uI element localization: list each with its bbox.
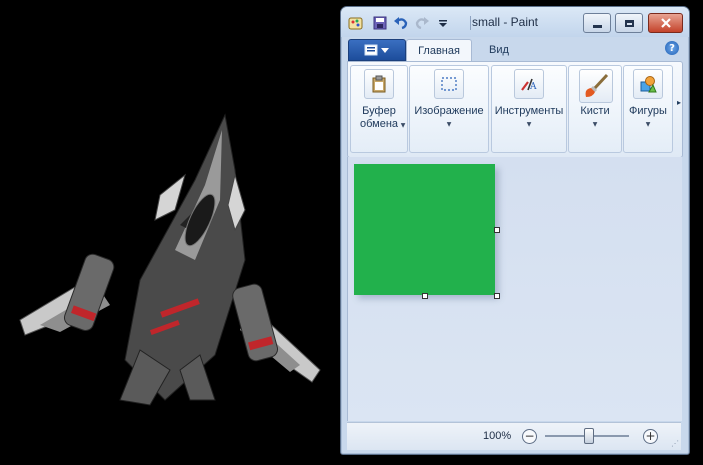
- zoom-level: 100%: [483, 430, 512, 442]
- redo-icon[interactable]: [414, 15, 430, 31]
- drawing-canvas[interactable]: [354, 164, 495, 295]
- spaceship-illustration: [19, 113, 321, 406]
- image-label: Изображение: [414, 105, 484, 117]
- spaceship-icon: [19, 113, 321, 406]
- maximize-button[interactable]: [615, 13, 643, 33]
- title-separator: [470, 16, 471, 30]
- ribbon-scroll-right-icon[interactable]: ▸: [677, 98, 681, 107]
- save-icon[interactable]: [372, 15, 388, 31]
- shapes-label: Фигуры: [629, 105, 667, 117]
- help-icon[interactable]: ?: [665, 41, 679, 55]
- select-icon: [434, 69, 464, 99]
- resize-handle-bottom[interactable]: [422, 293, 428, 299]
- clipboard-label-line1: Буфер: [362, 105, 396, 117]
- svg-text:A: A: [529, 82, 537, 92]
- tools-label: Инструменты: [494, 105, 564, 117]
- close-icon: [660, 18, 671, 28]
- zoom-out-button[interactable]: −: [522, 429, 537, 444]
- shapes-group[interactable]: Фигуры ▼: [623, 65, 673, 153]
- status-bar: 100% − + ⋰: [347, 422, 681, 450]
- brushes-group[interactable]: Кисти ▼: [568, 65, 622, 153]
- maximize-icon: [624, 19, 634, 27]
- paint-window: small - Paint Главная Вид ? Буфер обмена…: [340, 6, 690, 455]
- quick-access-toolbar: [348, 14, 456, 32]
- chevron-down-icon: ▼: [526, 121, 532, 128]
- resize-grip-icon[interactable]: ⋰: [671, 439, 679, 448]
- canvas-area[interactable]: [347, 157, 682, 421]
- brush-icon: [579, 69, 613, 103]
- tab-view[interactable]: Вид: [474, 39, 524, 60]
- tools-group[interactable]: A Инструменты ▼: [491, 65, 567, 153]
- close-button[interactable]: [648, 13, 683, 33]
- paint-app-icon[interactable]: [348, 15, 364, 31]
- shapes-icon: [633, 69, 663, 99]
- file-menu-icon: [364, 44, 389, 56]
- window-title: small - Paint: [472, 15, 539, 29]
- image-group[interactable]: Изображение ▼: [409, 65, 489, 153]
- resize-handle-corner[interactable]: [494, 293, 500, 299]
- ribbon-panel: Буфер обмена ▼ Изображение ▼ A Инструмен…: [347, 61, 683, 158]
- tab-home[interactable]: Главная: [406, 39, 472, 61]
- chevron-down-icon: ▼: [592, 121, 598, 128]
- zoom-slider-thumb[interactable]: [584, 428, 594, 444]
- undo-icon[interactable]: [393, 15, 409, 31]
- ribbon-tabs: Главная Вид ?: [341, 37, 689, 61]
- brushes-label: Кисти: [580, 105, 610, 117]
- minimize-icon: [592, 24, 602, 28]
- minimize-button[interactable]: [583, 13, 611, 33]
- clipboard-group[interactable]: Буфер обмена ▼: [350, 65, 408, 153]
- chevron-down-icon: ▼: [446, 121, 452, 128]
- resize-handle-right[interactable]: [494, 227, 500, 233]
- chevron-down-icon: ▼: [645, 121, 651, 128]
- zoom-in-button[interactable]: +: [643, 429, 658, 444]
- title-bar[interactable]: small - Paint: [341, 7, 689, 37]
- clipboard-icon: [364, 69, 394, 99]
- file-menu-button[interactable]: [348, 39, 406, 61]
- customize-dropdown-icon[interactable]: [435, 15, 451, 31]
- tools-icon: A: [514, 69, 544, 99]
